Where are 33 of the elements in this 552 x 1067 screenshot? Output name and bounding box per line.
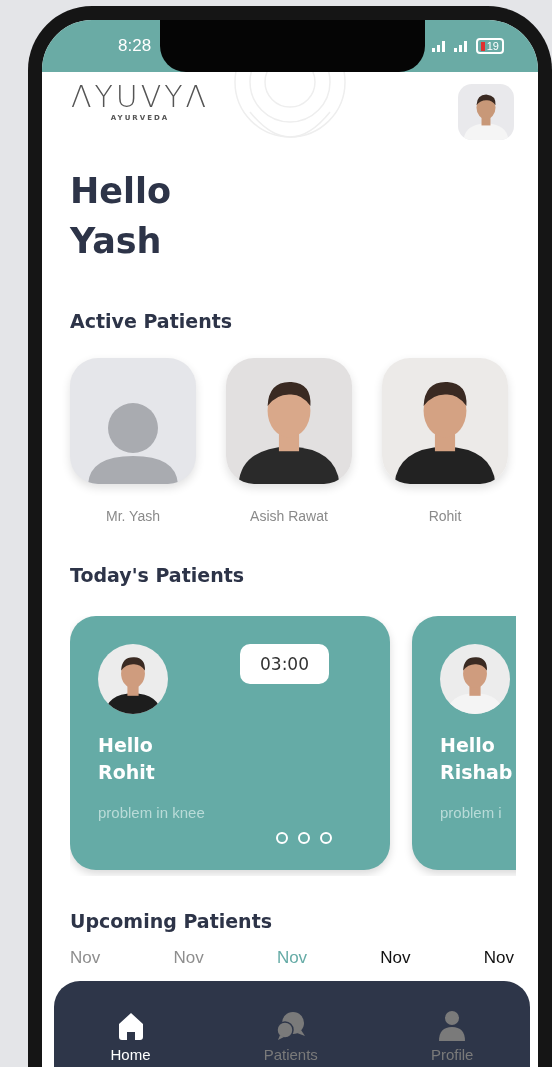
nav-tab[interactable]: Home — [110, 1010, 151, 1063]
patient-card[interactable]: 03:00 Hello Rohit problem in knee — [70, 616, 390, 870]
status-time: 8:28 — [118, 36, 152, 56]
profile-avatar[interactable] — [458, 84, 514, 140]
date-month[interactable]: Nov — [70, 948, 101, 968]
problem-text: problem in knee — [98, 804, 206, 821]
signal-icon — [453, 40, 470, 52]
section-title: Today's Patients — [70, 564, 246, 586]
app-logo: ΛYUVYΛ — [70, 82, 210, 112]
nav-tab[interactable]: Profile — [430, 1010, 474, 1063]
pager-dot[interactable] — [320, 832, 332, 844]
patient-name: Mr. Yash — [106, 508, 160, 524]
section-title: Active Patients — [70, 310, 234, 332]
chat-icon — [274, 1010, 307, 1042]
card-greeting: Hello Rishab — [440, 733, 514, 785]
section-title: Upcoming Patients — [70, 910, 274, 932]
pager-dot[interactable] — [298, 832, 310, 844]
problem-text: problem i — [440, 804, 503, 821]
pager-dot[interactable] — [276, 832, 288, 844]
battery-indicator: 19 — [475, 38, 504, 54]
patient-name: Rohit — [428, 508, 462, 524]
date-month[interactable]: Nov — [380, 948, 411, 968]
greeting-heading: Hello Yash — [70, 170, 173, 263]
patient-card[interactable]: Hello Rishab problem i — [412, 616, 516, 870]
date-month[interactable]: Nov — [173, 948, 204, 968]
patient-name: Asish Rawat — [250, 508, 328, 524]
date-month[interactable]: Nov — [483, 948, 514, 968]
time-badge: 03:00 — [240, 644, 329, 684]
card-greeting: Hello Rohit — [98, 733, 156, 785]
nav-tab[interactable]: Patients — [263, 1010, 318, 1063]
date-month[interactable]: Nov — [276, 948, 308, 968]
avatar-placeholder[interactable] — [70, 358, 196, 484]
signal-icon — [431, 40, 448, 52]
